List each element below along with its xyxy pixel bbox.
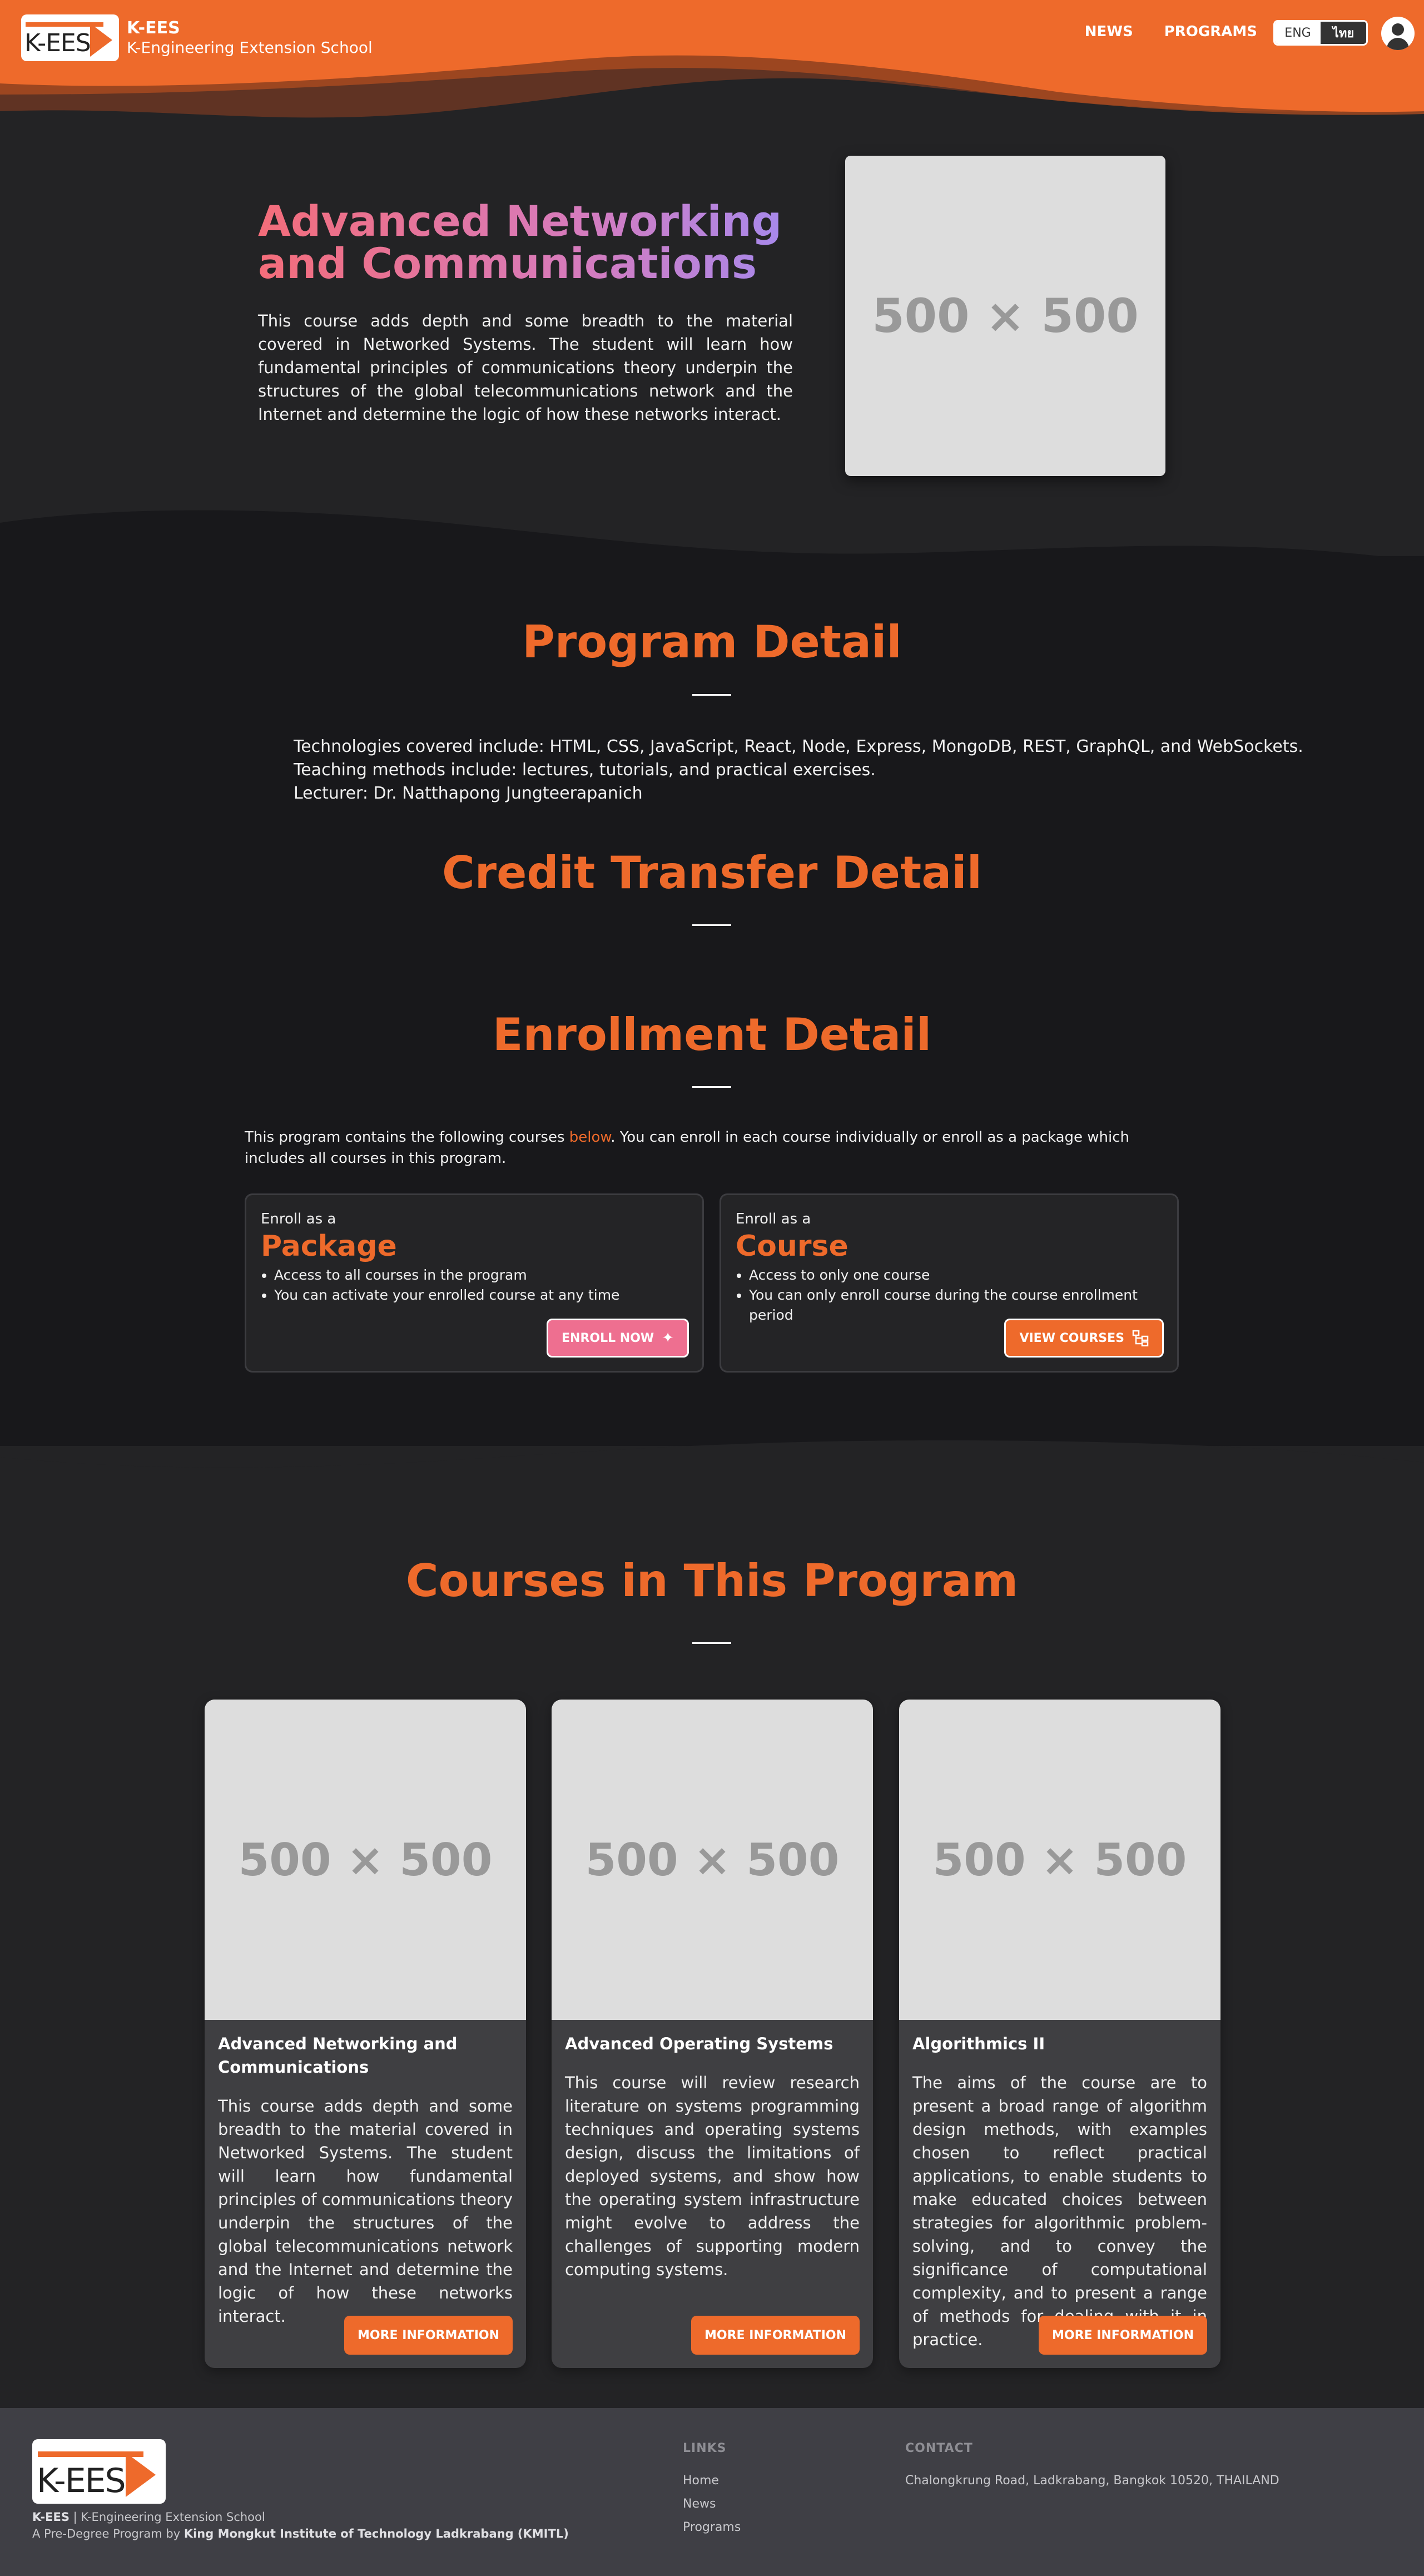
program-detail-title: Program Detail: [522, 616, 902, 668]
course-image: 500 × 500: [205, 1700, 526, 2020]
user-avatar-icon[interactable]: [1381, 17, 1415, 50]
view-courses-button[interactable]: VIEW COURSES: [1004, 1319, 1164, 1358]
section-wave: [0, 510, 1424, 578]
footer-program-line: A Pre-Degree Program by King Mongkut Ins…: [32, 2527, 569, 2540]
hero-title: Advanced Networking and Communications: [258, 200, 792, 285]
tree-icon: [1132, 1330, 1149, 1346]
footer-address: Chalongkrung Road, Ladkrabang, Bangkok 1…: [905, 2474, 1279, 2488]
course-title: Algorithmics II: [912, 2034, 1045, 2053]
navbar: K-EES K-EES K-Engineering Extension Scho…: [0, 0, 1424, 122]
card-kicker: Enroll as a: [736, 1211, 811, 1227]
brand-subtitle: K-Engineering Extension School: [127, 38, 373, 57]
course-image: 500 × 500: [899, 1700, 1220, 2020]
lang-eng-button[interactable]: ENG: [1275, 22, 1321, 44]
enroll-course-card: Enroll as a Course Access to only one co…: [720, 1193, 1179, 1373]
logo-text: K-EES: [24, 29, 91, 57]
list-item: You can activate your enrolled course at…: [274, 1285, 619, 1305]
enrollment-intro: This program contains the following cour…: [245, 1129, 1130, 1167]
hero-description: This course adds depth and some breadth …: [258, 311, 793, 424]
more-information-button[interactable]: MORE INFORMATION: [344, 2316, 513, 2355]
course-title: Advanced Operating Systems: [565, 2034, 833, 2053]
logo-text: K-EES: [37, 2461, 126, 2500]
list-item: Access to all courses in the program: [274, 1265, 619, 1285]
nav-links: NEWS PROGRAMS: [1085, 23, 1257, 40]
footer-links-heading: LINKS: [683, 2441, 727, 2455]
footer-link-home[interactable]: Home: [683, 2469, 741, 2493]
course-description: This course adds depth and some breadth …: [218, 2097, 513, 2326]
footer-logo[interactable]: K-EES: [32, 2439, 166, 2504]
card-heading: Package: [261, 1230, 397, 1263]
credit-transfer-title: Credit Transfer Detail: [441, 847, 983, 899]
more-information-button[interactable]: MORE INFORMATION: [691, 2316, 860, 2355]
divider: [692, 694, 731, 696]
footer-school-line: K-EES | K-Engineering Extension School: [32, 2510, 265, 2524]
program-detail-text: Technologies covered include: HTML, CSS,…: [294, 735, 1303, 805]
course-card: 500 × 500 Algorithmics II The aims of th…: [899, 1700, 1220, 2368]
nav-link-programs[interactable]: PROGRAMS: [1164, 23, 1257, 40]
chevron-right-icon: [90, 23, 112, 57]
footer-links: Home News Programs: [683, 2469, 741, 2539]
logo[interactable]: K-EES: [21, 14, 119, 61]
divider: [692, 1642, 731, 1644]
enrollment-detail-title: Enrollment Detail: [492, 1009, 932, 1061]
sparkle-icon: ✦: [662, 1330, 674, 1346]
more-information-button[interactable]: MORE INFORMATION: [1038, 2316, 1207, 2355]
footer: K-EES K-EES | K-Engineering Extension Sc…: [0, 2408, 1424, 2576]
footer-link-news[interactable]: News: [683, 2493, 741, 2516]
detail-line: Teaching methods include: lectures, tuto…: [294, 760, 876, 780]
lang-thai-button[interactable]: ไทย: [1321, 22, 1366, 44]
feature-list: Access to only one course You can only e…: [749, 1265, 1177, 1325]
hero-image: 500 × 500: [845, 156, 1165, 476]
courses-title: Courses in This Program: [405, 1555, 1019, 1607]
course-card: 500 × 500 Advanced Networking and Commun…: [205, 1700, 526, 2368]
card-heading: Course: [736, 1230, 849, 1263]
course-image: 500 × 500: [552, 1700, 873, 2020]
divider: [692, 1086, 731, 1088]
divider: [692, 924, 731, 926]
footer-link-programs[interactable]: Programs: [683, 2516, 741, 2539]
below-link[interactable]: below: [569, 1129, 611, 1146]
feature-list: Access to all courses in the program You…: [274, 1265, 619, 1305]
language-toggle[interactable]: ENG ไทย: [1273, 20, 1368, 46]
course-card: 500 × 500 Advanced Operating Systems Thi…: [552, 1700, 873, 2368]
list-item: Access to only one course: [749, 1265, 1177, 1285]
card-kicker: Enroll as a: [261, 1211, 336, 1227]
enroll-package-card: Enroll as a Package Access to all course…: [245, 1193, 704, 1373]
enroll-now-button[interactable]: ENROLL NOW ✦: [547, 1319, 689, 1358]
course-title: Advanced Networking and Communications: [218, 2034, 458, 2077]
brand[interactable]: K-EES K-EES K-Engineering Extension Scho…: [21, 14, 373, 61]
brand-name: K-EES: [127, 18, 180, 38]
section-wave: [0, 1440, 1424, 1479]
detail-line: Technologies covered include: HTML, CSS,…: [294, 737, 1303, 756]
chevron-right-icon: [126, 2453, 156, 2497]
detail-line: Lecturer: Dr. Natthapong Jungteerapanich: [294, 784, 643, 803]
course-description: The aims of the course are to present a …: [912, 2073, 1207, 2349]
footer-contact-heading: CONTACT: [905, 2441, 973, 2455]
course-description: This course will review research literat…: [565, 2073, 860, 2279]
nav-link-news[interactable]: NEWS: [1085, 23, 1133, 40]
